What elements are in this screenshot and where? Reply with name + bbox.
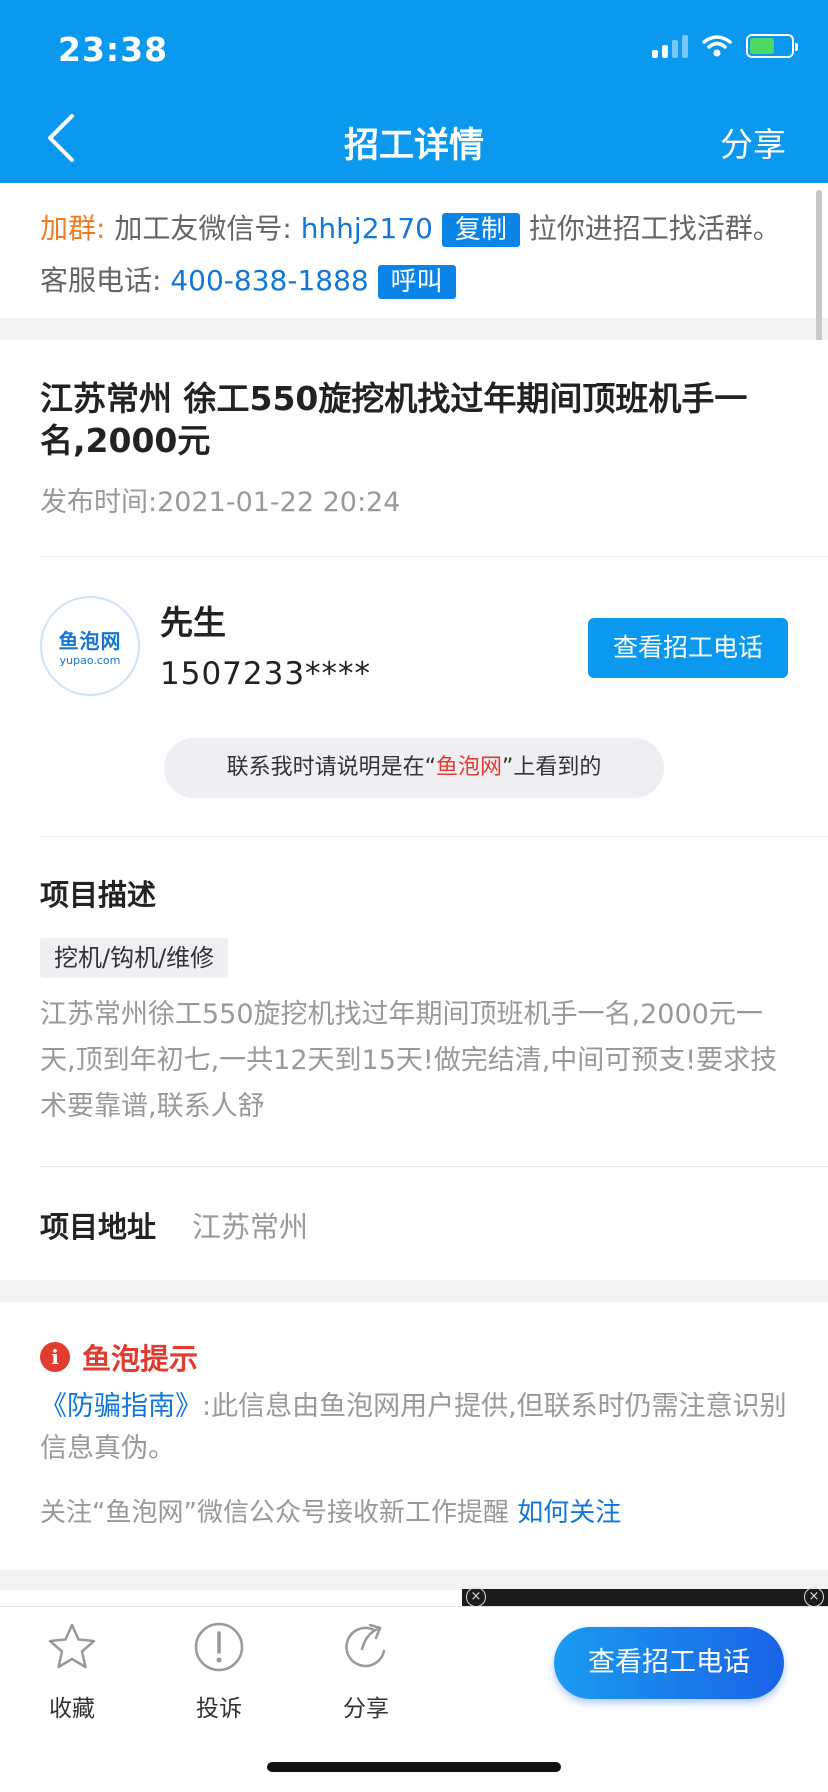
desc-title: 项目描述 (40, 878, 157, 912)
close-icon[interactable]: × (466, 1587, 486, 1607)
tips-card: i 鱼泡提示 《防骗指南》:此信息由鱼泡网用户提供,但联系时仍需注意识别 信息真… (0, 1302, 828, 1570)
wifi-icon (702, 35, 732, 57)
divider (40, 556, 828, 557)
star-icon (48, 1623, 96, 1669)
view-phone-cta-button[interactable]: 查看招工电话 (554, 1627, 784, 1699)
how-to-follow-link[interactable]: 如何关注 (517, 1498, 621, 1528)
address-value: 江苏常州 (192, 1210, 309, 1244)
share-icon (345, 1623, 386, 1668)
tips-header: i 鱼泡提示 (40, 1336, 198, 1378)
battery-icon (746, 34, 798, 58)
copy-button[interactable]: 复制 (441, 213, 520, 247)
share-button[interactable]: 分享 (720, 118, 786, 166)
page-title: 招工详情 (343, 126, 484, 166)
group-text-1: 加工友微信号: (114, 212, 292, 245)
home-indicator (267, 1762, 561, 1772)
share-bottom-button[interactable]: 分享 (318, 1621, 414, 1723)
publish-label: 发布时间: (40, 487, 158, 518)
contact-name: 先生 (160, 603, 226, 642)
job-detail-card: 江苏常州 徐工550旋挖机找过年期间顶班机手一名,2000元 发布时间:2021… (0, 340, 828, 1280)
cellular-signal-icon (652, 34, 688, 58)
report-button[interactable]: 投诉 (171, 1621, 267, 1723)
status-icons (652, 34, 798, 58)
address-title: 项目地址 (40, 1210, 157, 1244)
notice-brand: 鱼泡网 (435, 755, 502, 780)
job-description: 江苏常州徐工550旋挖机找过年期间顶班机手一名,2000元一天,顶到年初七,一共… (40, 999, 778, 1122)
anti-fraud-guide-link[interactable]: 《防骗指南》 (40, 1391, 202, 1422)
avatar-url-text: yupao.com (59, 654, 121, 667)
ad-banner[interactable]: × × (462, 1587, 828, 1607)
publish-time: 发布时间:2021-01-22 20:24 (40, 480, 400, 519)
top-header: 23:38 招工详情 分享 (0, 0, 828, 183)
info-icon: i (40, 1342, 70, 1372)
exclamation-icon (194, 1622, 244, 1672)
category-tag: 挖机/钩机/维修 (40, 938, 229, 978)
contact-phone: 1507233**** (160, 656, 372, 692)
group-label: 加群: (40, 212, 106, 245)
close-icon[interactable]: × (804, 1587, 824, 1607)
avatar-logo-text: 鱼泡网 (58, 629, 122, 653)
view-phone-button[interactable]: 查看招工电话 (588, 618, 788, 678)
status-time: 23:38 (58, 30, 169, 69)
call-button[interactable]: 呼叫 (377, 265, 456, 299)
tips-title: 鱼泡提示 (82, 1342, 199, 1376)
wechat-id: hhhj2170 (300, 212, 433, 245)
avatar: 鱼泡网 yupao.com (40, 596, 140, 696)
job-title: 江苏常州 徐工550旋挖机找过年期间顶班机手一名,2000元 (40, 379, 748, 460)
scrollbar[interactable] (816, 190, 822, 358)
collect-button[interactable]: 收藏 (24, 1621, 120, 1723)
notice-after: ”上看到的 (502, 755, 602, 780)
share-label: 分享 (343, 1696, 389, 1722)
contact-notice: 联系我时请说明是在“鱼泡网”上看到的 (164, 738, 664, 798)
collect-label: 收藏 (49, 1696, 95, 1722)
group-notice: 加群: 加工友微信号: hhhj2170 复制 拉你进招工找活群。客服电话: 4… (0, 183, 828, 318)
service-phone[interactable]: 400-838-1888 (170, 264, 368, 297)
divider (40, 1166, 828, 1167)
follow-notice: 关注“鱼泡网”微信公众号接收新工作提醒 如何关注 (40, 1492, 621, 1529)
report-label: 投诉 (196, 1696, 242, 1722)
tips-text: 《防骗指南》:此信息由鱼泡网用户提供,但联系时仍需注意识别 信息真伪。 (40, 1386, 790, 1470)
divider (40, 836, 828, 837)
follow-text: 关注“鱼泡网”微信公众号接收新工作提醒 (40, 1498, 509, 1528)
notice-before: 联系我时请说明是在“ (226, 755, 436, 780)
publish-value: 2021-01-22 20:24 (157, 487, 401, 518)
